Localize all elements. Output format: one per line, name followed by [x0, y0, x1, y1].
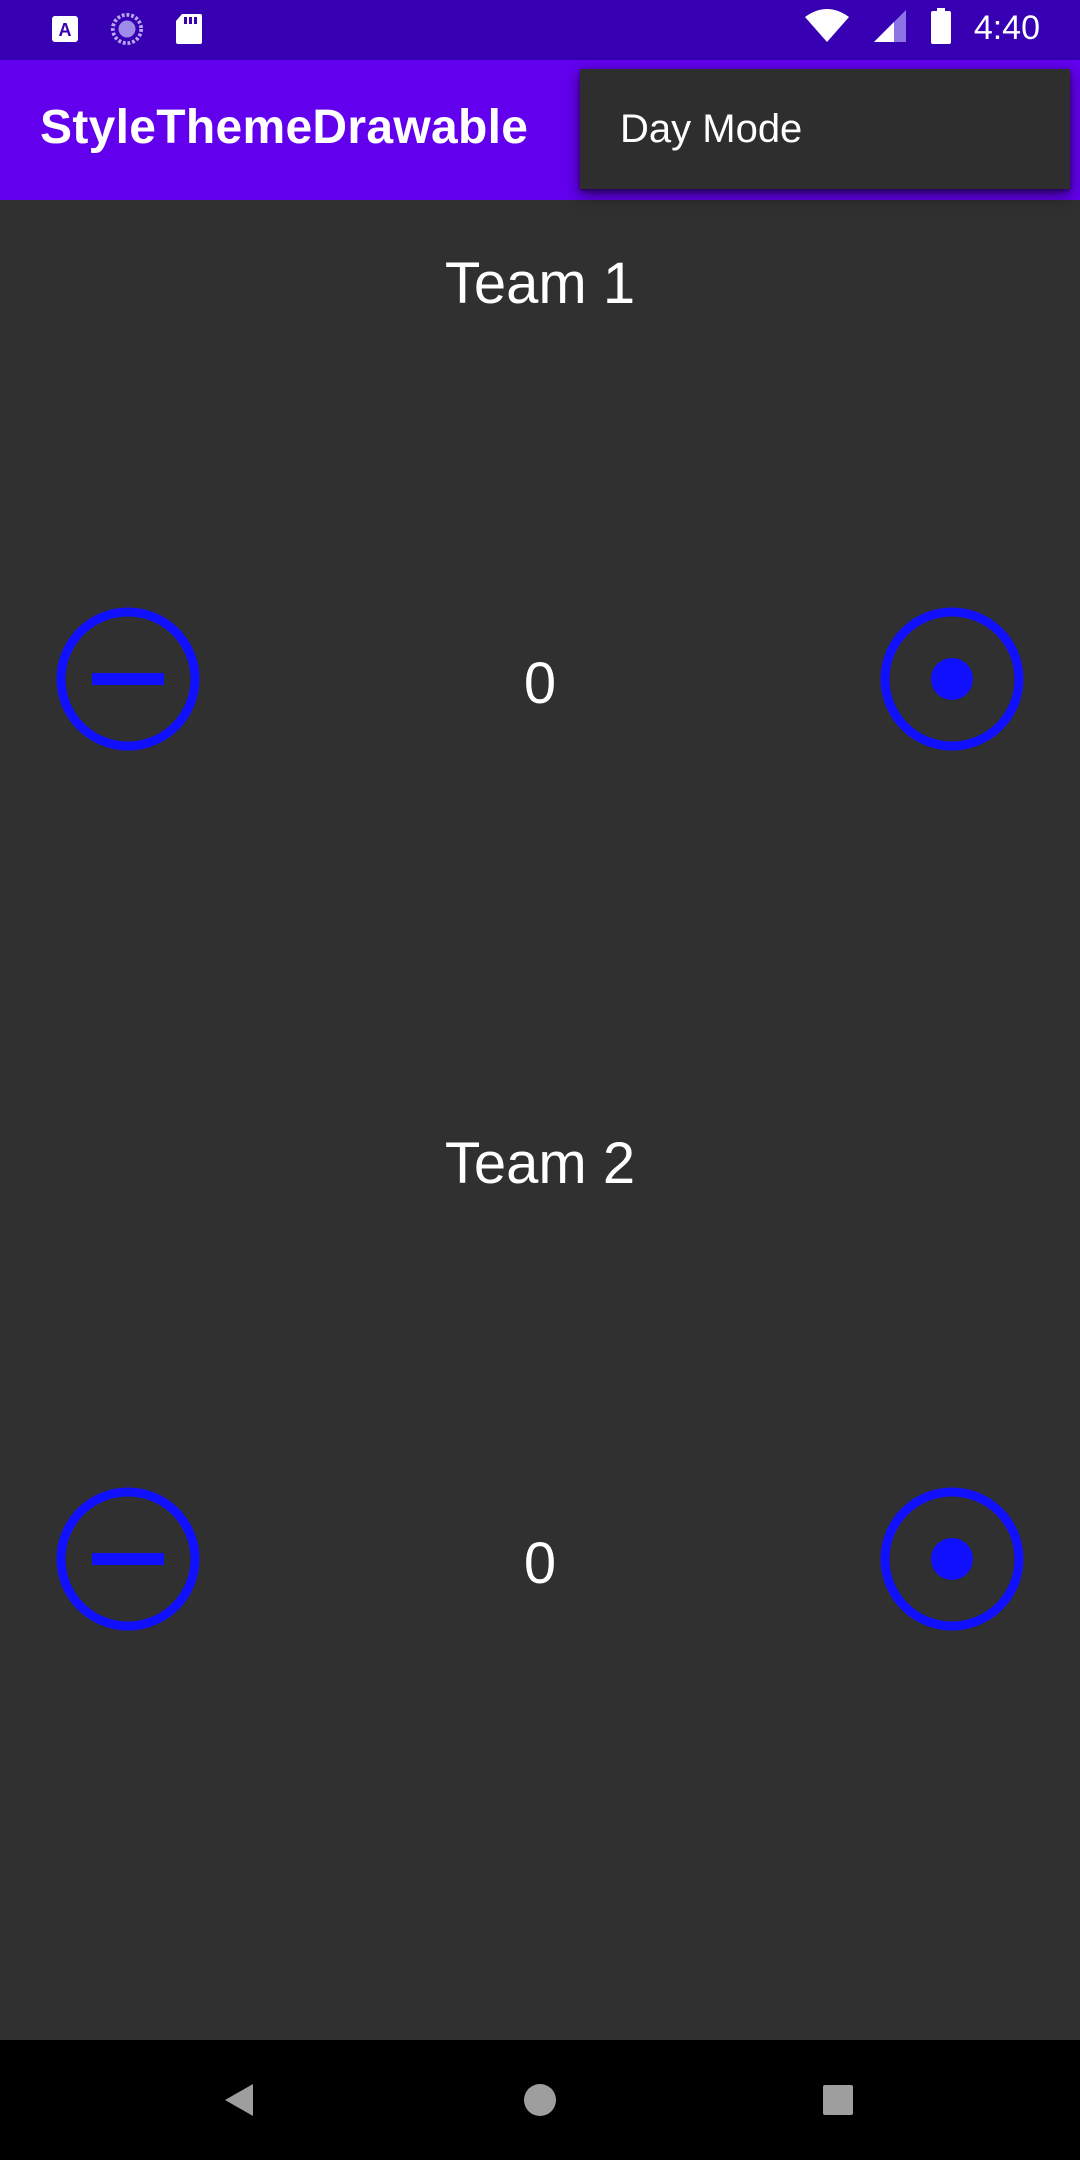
navigation-bar	[0, 2040, 1080, 2160]
wifi-icon	[804, 9, 850, 48]
status-bar: A 4:40	[0, 0, 1080, 60]
sync-circle-icon	[110, 12, 144, 46]
system-icons: 4:40	[804, 8, 1040, 49]
dot-circle-icon	[880, 1487, 1024, 1631]
team-1-increment-button[interactable]	[877, 604, 1027, 754]
team-1-title: Team 1	[444, 251, 636, 316]
back-icon[interactable]	[210, 2070, 270, 2130]
home-icon[interactable]	[510, 2070, 570, 2130]
notification-icons: A	[48, 12, 206, 46]
sd-card-icon	[172, 12, 206, 46]
battery-icon	[930, 8, 952, 49]
cell-signal-icon	[872, 8, 908, 49]
clock: 4:40	[973, 9, 1040, 47]
app-title: StyleThemeDrawable	[40, 101, 529, 154]
svg-text:A: A	[59, 20, 72, 40]
screen: A 4:40 StyleThemeDrawable Day Mode Team …	[0, 0, 1080, 2160]
menu-item-day-mode[interactable]: Day Mode	[580, 69, 1070, 189]
font-a-icon: A	[48, 12, 82, 46]
overflow-menu: Day Mode	[580, 69, 1070, 189]
dot-circle-icon	[880, 607, 1024, 751]
team-2-title: Team 2	[444, 1131, 636, 1196]
team-2-increment-button[interactable]	[877, 1484, 1027, 1634]
recents-icon[interactable]	[808, 2070, 868, 2130]
